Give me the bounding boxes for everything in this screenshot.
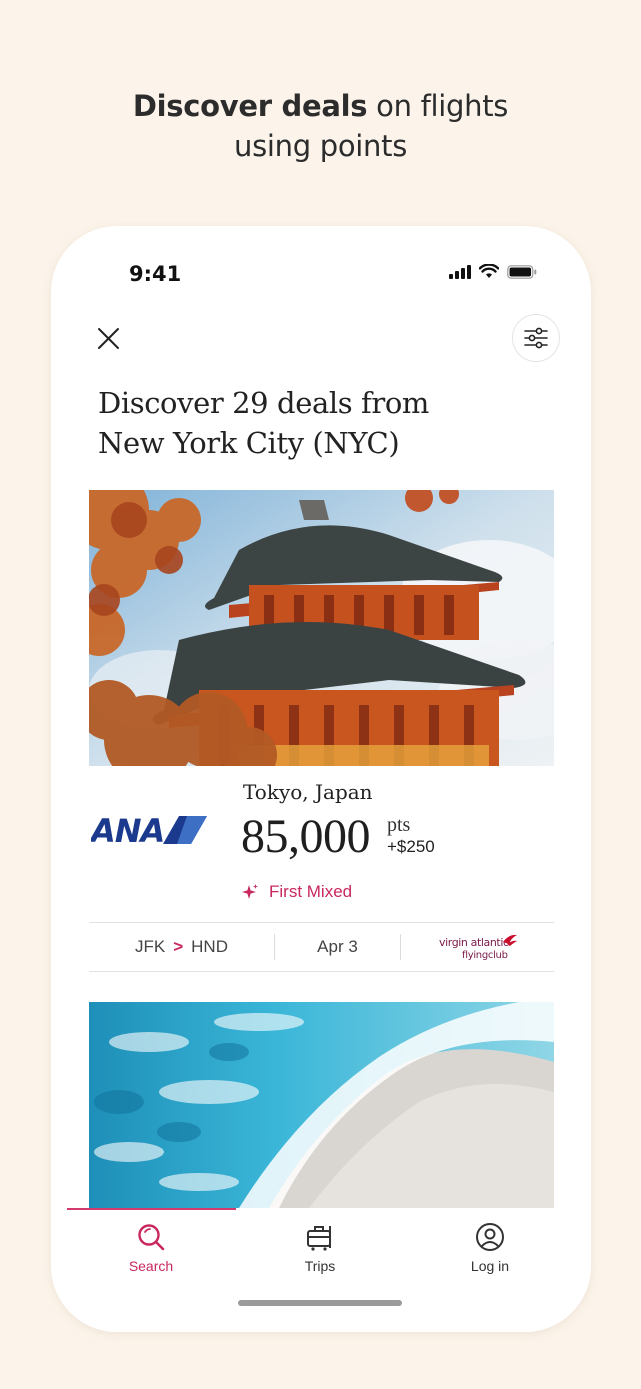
- status-time: 9:41: [129, 262, 182, 286]
- points-price: 85,000: [241, 810, 371, 863]
- filter-button[interactable]: [512, 314, 560, 362]
- close-icon: [98, 328, 119, 349]
- page-title-line2: New York City (NYC): [98, 426, 400, 460]
- user-icon: [476, 1223, 504, 1251]
- cellular-signal-icon: [449, 264, 471, 279]
- tab-login-label: Log in: [470, 1258, 510, 1274]
- page-title-line1: Discover 29 deals from: [98, 386, 430, 420]
- travel-date: Apr 3: [275, 934, 401, 960]
- bottom-tab-bar: Search Trips Log in: [51, 1208, 591, 1332]
- tab-trips[interactable]: Trips: [260, 1222, 380, 1274]
- route: JFK > HND: [89, 934, 275, 960]
- pagoda-photo: [89, 490, 554, 766]
- origin-code: JFK: [134, 937, 166, 956]
- battery-icon: [507, 264, 537, 279]
- status-bar: 9:41: [51, 226, 591, 322]
- luggage-icon: [307, 1226, 331, 1251]
- wifi-icon: [479, 264, 499, 278]
- deal-info-row[interactable]: JFK > HND Apr 3 virgin atlantic flyingcl…: [89, 922, 554, 972]
- destination: Tokyo, Japan: [243, 780, 373, 804]
- partner-program: flyingclub: [462, 950, 508, 961]
- airline-name: ANA: [91, 812, 164, 848]
- tab-trips-label: Trips: [304, 1258, 336, 1274]
- points-unit: pts: [387, 814, 411, 836]
- cabin-class: First Mixed: [241, 882, 352, 902]
- deal-image-ocean[interactable]: [89, 1002, 554, 1208]
- tab-login[interactable]: Log in: [430, 1222, 550, 1274]
- promo-headline: Discover deals on flights using points: [0, 86, 641, 166]
- airline-logo-ana: ANA: [88, 812, 211, 850]
- tab-search-label: Search: [128, 1258, 174, 1274]
- destination-code: HND: [191, 937, 228, 956]
- page-title: Discover 29 deals from New York City (NY…: [98, 383, 518, 463]
- phone-frame: 9:41 Discover 29 deals from New York Cit…: [51, 226, 591, 1332]
- sparkle-icon: [242, 884, 258, 899]
- cabin-label: First Mixed: [269, 882, 353, 901]
- active-tab-indicator: [67, 1208, 236, 1210]
- search-icon: [138, 1224, 165, 1251]
- close-button[interactable]: [89, 318, 129, 358]
- tab-search[interactable]: Search: [91, 1222, 211, 1274]
- partner-logo-virgin: virgin atlantic flyingclub: [401, 932, 554, 962]
- promo-headline-line2: using points: [233, 129, 408, 163]
- promo-headline-bold: Discover deals: [132, 89, 368, 123]
- deal-image-pagoda[interactable]: [89, 490, 554, 766]
- route-arrow-icon: >: [173, 937, 184, 956]
- partner-name: virgin atlantic: [439, 936, 509, 949]
- cash-fee: +$250: [387, 837, 435, 856]
- sliders-icon: [524, 327, 548, 349]
- ocean-beach-photo: [89, 1002, 554, 1208]
- status-icons: [449, 264, 537, 279]
- home-indicator: [238, 1300, 402, 1306]
- promo-headline-rest: on flights: [367, 89, 509, 123]
